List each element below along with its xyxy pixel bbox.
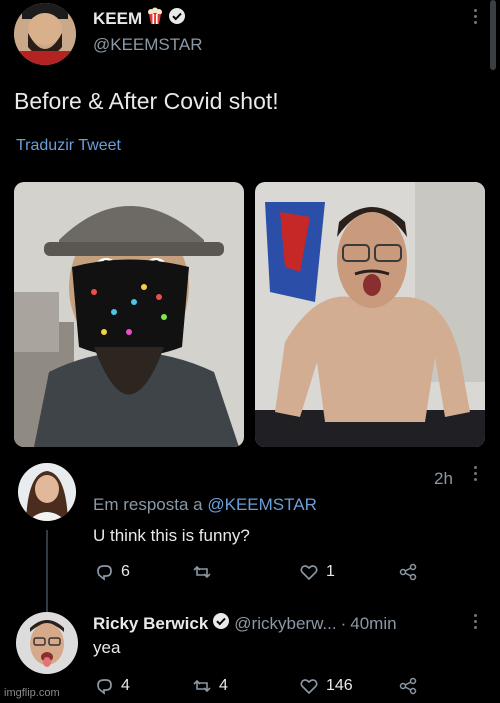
retweet-icon [193, 565, 211, 579]
tweet-author-name[interactable]: KEEM [93, 9, 142, 29]
reply2-retweet-button[interactable]: 4 [193, 677, 228, 695]
tweet-photo-after[interactable] [255, 182, 485, 447]
popcorn-icon [146, 7, 164, 30]
reply1-like-count: 1 [326, 563, 335, 580]
tweet-author-row: KEEM [93, 7, 186, 30]
verified-icon [212, 612, 230, 635]
share-icon [399, 677, 417, 695]
replying-mention-link[interactable]: @KEEMSTAR [207, 495, 317, 514]
reply-icon [97, 679, 112, 695]
reply2-author-row: Ricky Berwick @rickyberw... · 40min [93, 612, 397, 635]
reply1-reply-button[interactable]: 6 [95, 563, 130, 581]
reply2-reply-button[interactable]: 4 [95, 677, 130, 695]
tweet-text: Before & After Covid shot! [14, 88, 279, 114]
reply2-share-button[interactable] [399, 677, 417, 695]
thread-line [46, 530, 48, 612]
share-icon [399, 563, 417, 581]
reply1-retweet-button[interactable] [193, 563, 219, 581]
reply2-more-icon[interactable] [474, 614, 478, 629]
reply1-replying-to: Em resposta a @KEEMSTAR [93, 495, 317, 515]
reply1-avatar[interactable] [18, 463, 76, 521]
watermark: imgflip.com [4, 687, 60, 699]
reply1-text: U think this is funny? [93, 526, 250, 545]
reply2-author-name[interactable]: Ricky Berwick [93, 614, 208, 634]
reply2-retweet-count: 4 [219, 677, 228, 694]
keem-avatar[interactable] [14, 3, 76, 65]
replying-prefix: Em resposta a [93, 495, 203, 514]
reply2-like-button[interactable]: 146 [300, 677, 353, 695]
retweet-icon [193, 679, 211, 693]
scrollbar[interactable] [490, 0, 496, 70]
reply1-like-button[interactable]: 1 [300, 563, 335, 581]
reply2-like-count: 146 [326, 677, 353, 694]
tweet-more-icon[interactable] [474, 9, 478, 24]
reply1-more-icon[interactable] [474, 466, 478, 481]
tweet-author-handle[interactable]: @KEEMSTAR [93, 35, 203, 55]
tweet-photo-before[interactable] [14, 182, 244, 447]
heart-icon [300, 679, 318, 695]
reply2-separator: · [340, 613, 347, 633]
reply1-reply-count: 6 [121, 563, 130, 580]
reply-icon [97, 565, 112, 581]
heart-icon [300, 565, 318, 581]
translate-link[interactable]: Traduzir Tweet [16, 137, 121, 155]
reply2-author-handle[interactable]: @rickyberw... [234, 614, 336, 634]
reply2-avatar[interactable] [16, 612, 78, 674]
reply2-text: yea [93, 638, 121, 657]
reply1-time: 2h [434, 469, 453, 488]
reply2-time: 40min [350, 613, 397, 633]
reply2-reply-count: 4 [121, 677, 130, 694]
reply1-share-button[interactable] [399, 563, 417, 581]
verified-icon [168, 7, 186, 30]
